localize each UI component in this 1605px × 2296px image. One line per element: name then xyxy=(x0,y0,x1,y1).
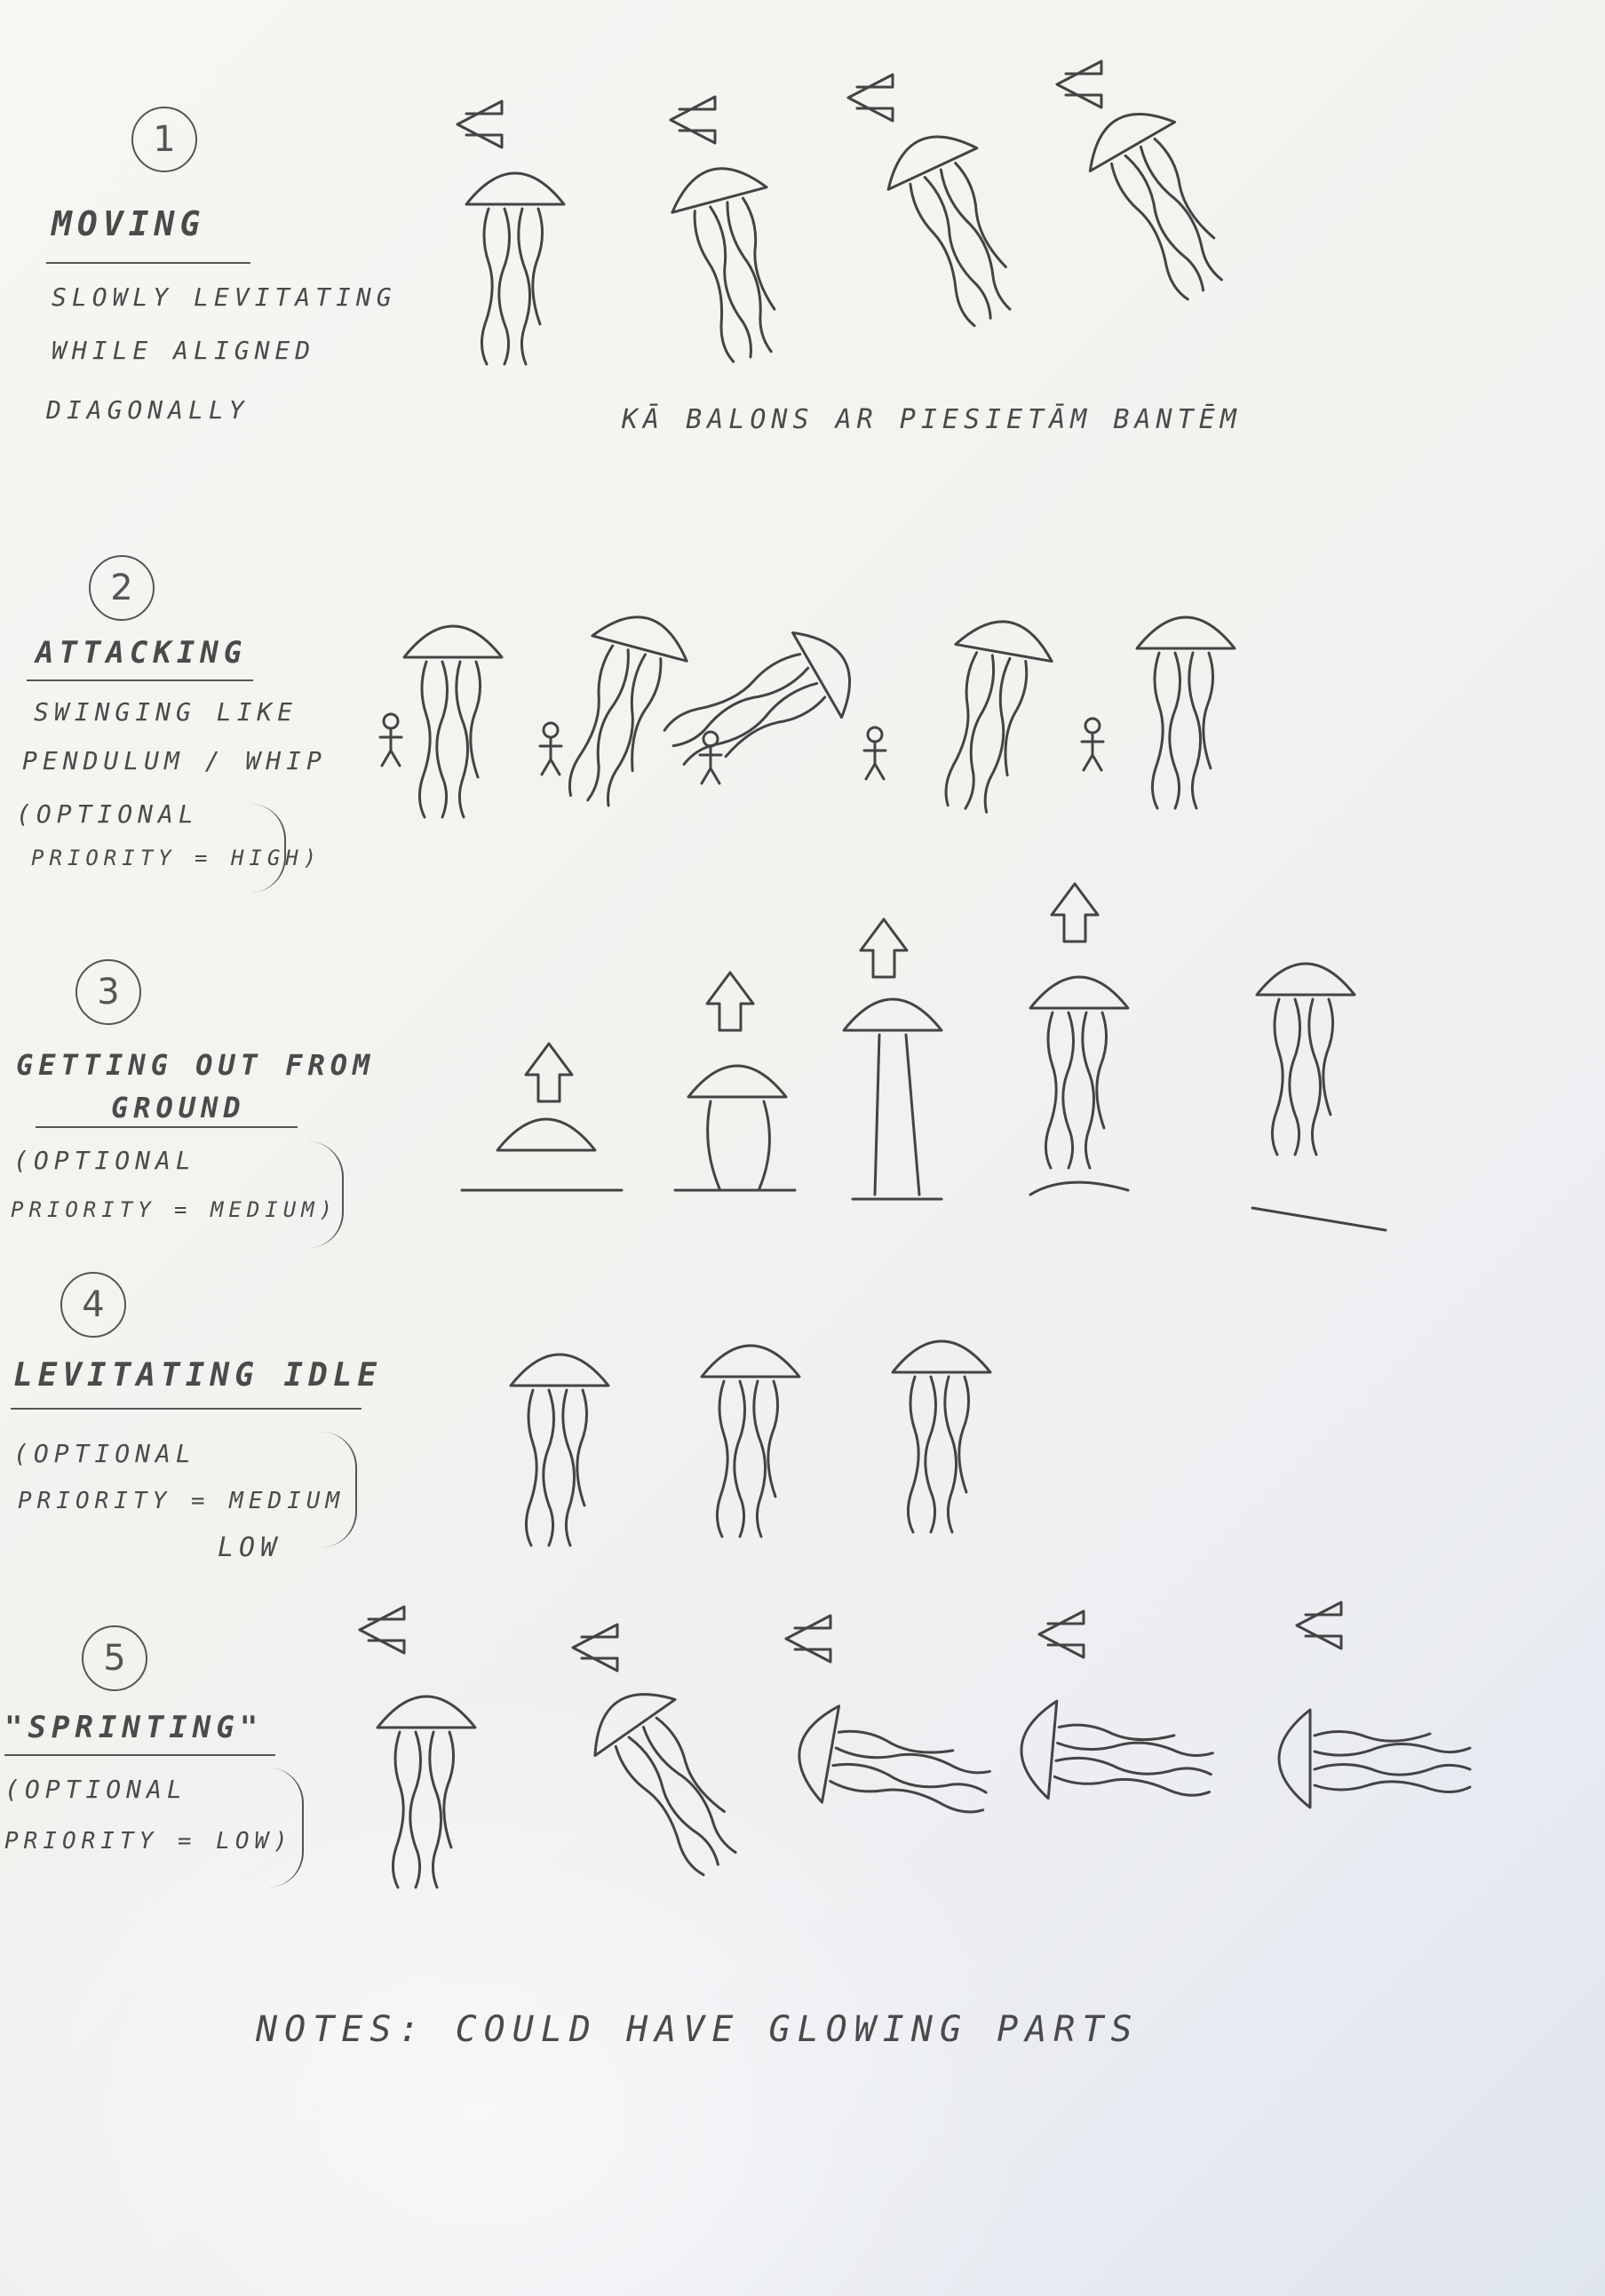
left-arrow-icon xyxy=(846,73,894,123)
row-3-ground-sketches xyxy=(460,882,1387,1232)
left-arrow-icon xyxy=(1055,60,1103,109)
left-arrow-icon xyxy=(669,95,717,145)
left-arrow-icon xyxy=(358,1605,406,1655)
row-1-moving-sketches xyxy=(456,60,1257,369)
left-arrow-icon xyxy=(1295,1601,1343,1650)
left-arrow-icon xyxy=(571,1623,619,1672)
left-arrow-icon xyxy=(456,99,504,149)
row-2-attacking-sketches xyxy=(378,604,1236,821)
left-arrow-icon xyxy=(1037,1609,1085,1659)
row-5-sprinting-sketches xyxy=(358,1601,1472,1889)
sketch-drawings xyxy=(358,60,1472,1889)
left-arrow-icon xyxy=(784,1614,832,1664)
row-4-idle-sketches xyxy=(509,1339,992,1547)
